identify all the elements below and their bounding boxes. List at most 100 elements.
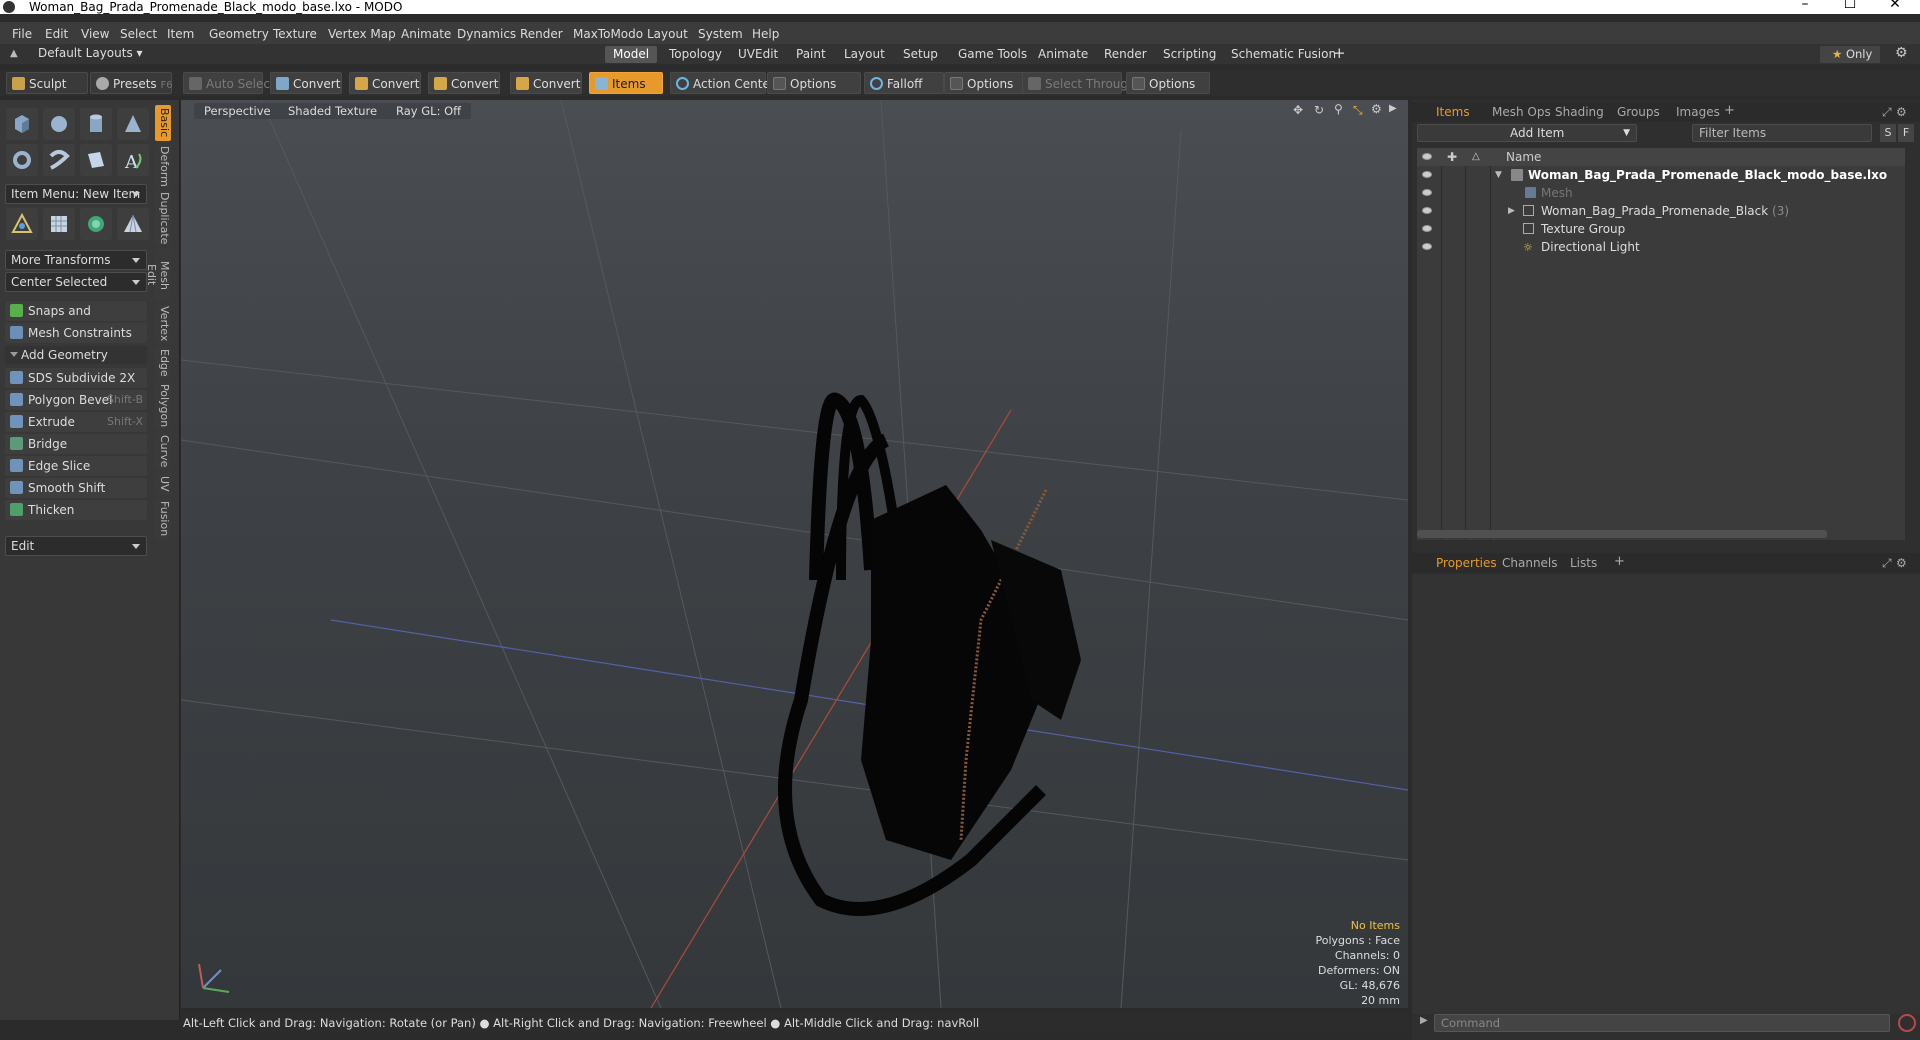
viewport-settings-icon[interactable]: ⚙	[1371, 102, 1382, 116]
grid-mesh-icon[interactable]	[43, 208, 75, 240]
action-center-button[interactable]: Action Center	[670, 72, 775, 94]
locator-icon[interactable]	[6, 208, 38, 240]
menu-view[interactable]: View	[81, 27, 109, 41]
vtab-fusion[interactable]: Fusion	[155, 499, 171, 539]
menu-edit[interactable]: Edit	[45, 27, 68, 41]
presets-button[interactable]: Presets F6	[90, 72, 173, 94]
add-tab-icon[interactable]: +	[1724, 103, 1735, 118]
select-through-button[interactable]: Select Through	[1022, 72, 1136, 94]
fit-view-icon[interactable]: ⤡	[1353, 103, 1363, 118]
close-button[interactable]: ✕	[1880, 0, 1910, 11]
menu-system[interactable]: System	[698, 27, 743, 41]
gear-icon[interactable]: ⚙	[1895, 45, 1908, 61]
visibility-toggle-icon[interactable]	[1422, 207, 1432, 214]
item-menu-dropdown[interactable]: Item Menu: New Item	[5, 184, 147, 204]
tube-icon[interactable]	[43, 144, 75, 176]
tab-topology[interactable]: Topology	[661, 46, 730, 63]
menu-animate[interactable]: Animate	[401, 27, 451, 41]
falloff-options-button[interactable]: Options	[944, 72, 1028, 94]
vtab-basic[interactable]: Basic	[155, 105, 171, 141]
sds-subdivide-button[interactable]: SDS Subdivide 2X	[5, 368, 147, 388]
convert-polygon-button[interactable]: Convert	[428, 72, 500, 94]
panel-expand-icon[interactable]: ⤢	[1882, 556, 1892, 571]
tree-row-mesh[interactable]: Mesh	[1417, 184, 1905, 202]
menu-vertex-map[interactable]: Vertex Map	[328, 27, 396, 41]
shading-dropdown[interactable]: Shaded Texture	[278, 103, 388, 119]
perspective-dropdown[interactable]: Perspective	[194, 103, 281, 119]
center-selected-dropdown[interactable]: Center Selected	[5, 272, 147, 292]
tree-row-bag-group[interactable]: ▶ Woman_Bag_Prada_Promenade_Black (3)	[1417, 202, 1905, 220]
panel-gear-icon[interactable]: ⚙	[1896, 556, 1907, 570]
vtab-deform[interactable]: Deform	[155, 145, 171, 187]
tree-row-texture-group[interactable]: Texture Group	[1417, 220, 1905, 238]
tab-lists[interactable]: Lists	[1570, 556, 1597, 570]
raygl-toggle[interactable]: Ray GL: Off	[386, 103, 472, 119]
tab-game-tools[interactable]: Game Tools	[950, 46, 1035, 63]
vtab-edge[interactable]: Edge	[155, 347, 171, 379]
tab-groups[interactable]: Groups	[1617, 105, 1660, 119]
layout-preset-dropdown[interactable]: Default Layouts ▾	[38, 46, 143, 60]
menu-layout[interactable]: Layout	[647, 27, 688, 41]
cylinder-icon[interactable]	[80, 108, 112, 140]
rotate-icon[interactable]: ↻	[1314, 103, 1324, 117]
add-tab-icon[interactable]: +	[1333, 44, 1346, 62]
vtab-mesh-edit[interactable]: Mesh Edit	[145, 249, 171, 301]
tab-layout[interactable]: Layout	[836, 46, 893, 63]
edge-slice-button[interactable]: Edge Slice	[5, 456, 147, 476]
horizontal-scrollbar[interactable]	[1417, 530, 1827, 538]
only-toggle[interactable]: ★ Only	[1820, 46, 1880, 63]
vtab-polygon[interactable]: Polygon	[155, 383, 171, 429]
extrude-button[interactable]: Extrude Shift-X	[5, 412, 147, 432]
menu-help[interactable]: Help	[752, 27, 779, 41]
record-icon[interactable]	[1898, 1014, 1916, 1032]
cone-icon[interactable]	[117, 108, 149, 140]
visibility-toggle-icon[interactable]	[1422, 171, 1432, 178]
vtab-vertex[interactable]: Vertex	[155, 305, 171, 343]
tab-model[interactable]: Model	[605, 46, 658, 63]
menu-maxtomodo[interactable]: MaxToModo	[573, 27, 643, 41]
tree-row-directional-light[interactable]: ☼ Directional Light	[1417, 238, 1905, 256]
tree-row-scene[interactable]: ▼ Woman_Bag_Prada_Promenade_Black_modo_b…	[1417, 166, 1905, 184]
menu-select[interactable]: Select	[120, 27, 157, 41]
thicken-button[interactable]: Thicken	[5, 500, 147, 520]
add-tab-icon[interactable]: +	[1614, 554, 1625, 569]
vtab-curve[interactable]: Curve	[155, 433, 171, 469]
action-center-options-button[interactable]: Options	[767, 72, 861, 94]
viewport-expand-icon[interactable]: ▶	[1389, 103, 1397, 114]
sculpt-button[interactable]: Sculpt	[6, 72, 88, 94]
zoom-icon[interactable]: ⚲	[1334, 102, 1343, 116]
tab-setup[interactable]: Setup	[895, 46, 946, 63]
vtab-duplicate[interactable]: Duplicate	[155, 191, 171, 245]
tab-mesh-ops[interactable]: Mesh Ops	[1492, 105, 1551, 119]
menu-item[interactable]: Item	[167, 27, 194, 41]
tab-items[interactable]: Items	[1436, 105, 1470, 119]
falloff-button[interactable]: Falloff	[864, 72, 944, 94]
visibility-toggle-icon[interactable]	[1422, 243, 1432, 250]
layout-collapse-icon[interactable]: ▲	[10, 48, 18, 59]
tab-shading[interactable]: Shading	[1555, 105, 1604, 119]
tab-images[interactable]: Images	[1676, 105, 1720, 119]
globe-icon[interactable]	[80, 208, 112, 240]
expand-arrow-icon[interactable]: ▶	[1508, 202, 1515, 220]
filter-f-button[interactable]: F	[1898, 124, 1914, 142]
items-mode-button[interactable]: Items	[589, 72, 663, 94]
menu-dynamics[interactable]: Dynamics	[457, 27, 516, 41]
filter-s-button[interactable]: S	[1880, 124, 1896, 142]
filter-items-input[interactable]: Filter Items	[1692, 124, 1872, 142]
menu-file[interactable]: File	[12, 27, 32, 41]
bridge-button[interactable]: Bridge	[5, 434, 147, 454]
panel-gear-icon[interactable]: ⚙	[1896, 105, 1907, 119]
command-input[interactable]: Command	[1434, 1014, 1890, 1032]
text-tool-icon[interactable]: A	[117, 144, 149, 176]
vtab-uv[interactable]: UV	[155, 473, 171, 495]
tab-schematic-fusion[interactable]: Schematic Fusion	[1223, 46, 1344, 63]
select-through-options-button[interactable]: Options	[1126, 72, 1210, 94]
snaps-precision-button[interactable]: Snaps and Precision	[5, 301, 147, 338]
menu-geometry[interactable]: Geometry	[209, 27, 269, 41]
tab-scripting[interactable]: Scripting	[1155, 46, 1224, 63]
panel-expand-icon[interactable]: ⤢	[1882, 105, 1892, 120]
convert-item-button[interactable]: Convert	[510, 72, 582, 94]
convert-edge-button[interactable]: Convert	[349, 72, 421, 94]
tab-uvedit[interactable]: UVEdit	[730, 46, 786, 63]
sphere-icon[interactable]	[43, 108, 75, 140]
